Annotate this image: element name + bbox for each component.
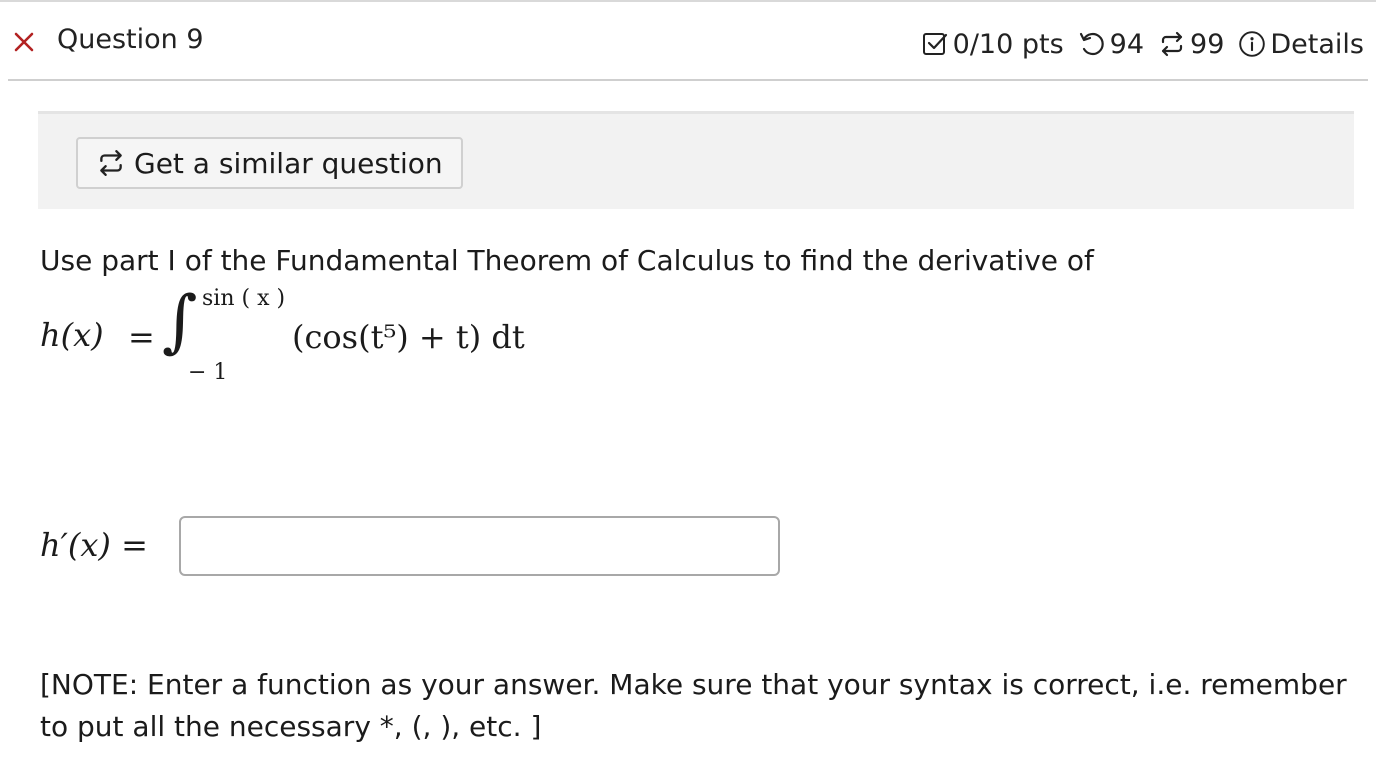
question-meta: 0/10 pts 94 99 Details xyxy=(921,24,1364,64)
incorrect-x-icon xyxy=(14,32,34,52)
versions-group: 99 xyxy=(1158,29,1224,60)
details-link[interactable]: Details xyxy=(1238,29,1364,60)
score-group: 0/10 pts xyxy=(921,29,1064,60)
similar-question-button[interactable]: Get a similar question xyxy=(76,137,463,189)
upper-limit: sin ( x ) xyxy=(202,286,286,311)
versions-count: 99 xyxy=(1190,28,1225,60)
attempts-count: 94 xyxy=(1109,28,1145,60)
info-icon xyxy=(1239,31,1266,57)
answer-input[interactable] xyxy=(179,516,780,576)
equals-sign: = xyxy=(128,318,155,356)
answer-label: h′(x) = xyxy=(40,526,148,564)
integrand: (cos(t⁵) + t) dt xyxy=(292,318,525,356)
integral-equation: h(x) = ∫ sin ( x ) − 1 (cos(t⁵) + t) dt xyxy=(40,282,600,392)
lower-limit: − 1 xyxy=(188,360,228,385)
question-prompt: Use part I of the Fundamental Theorem of… xyxy=(40,244,1094,277)
answer-note: [NOTE: Enter a function as your answer. … xyxy=(40,668,1347,743)
tools-panel: Get a similar question xyxy=(38,111,1354,209)
equation-lhs: h(x) xyxy=(40,316,104,354)
checkbox-icon xyxy=(922,33,947,55)
attempts-group: 94 xyxy=(1078,29,1144,60)
details-label: Details xyxy=(1270,28,1364,60)
repeat-icon xyxy=(100,150,122,176)
undo-icon xyxy=(1079,32,1104,56)
score-text: 0/10 pts xyxy=(952,28,1064,60)
integral-sign: ∫ xyxy=(162,282,198,361)
repeat-icon xyxy=(1161,31,1183,57)
header-divider xyxy=(8,79,1368,81)
similar-question-label: Get a similar question xyxy=(134,146,443,180)
question-header: Question 9 0/10 pts 94 99 Details xyxy=(0,2,1376,78)
question-title: Question 9 xyxy=(57,24,204,55)
